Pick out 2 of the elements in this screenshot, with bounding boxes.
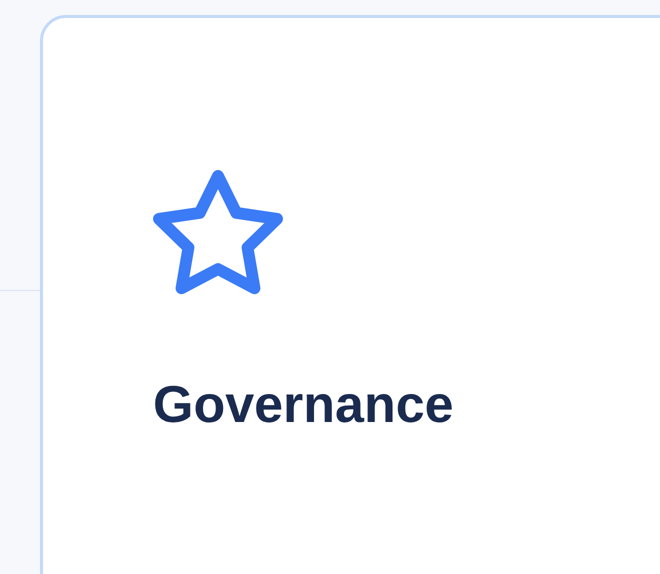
star-icon: [153, 170, 283, 297]
card-title: Governance: [153, 375, 455, 435]
